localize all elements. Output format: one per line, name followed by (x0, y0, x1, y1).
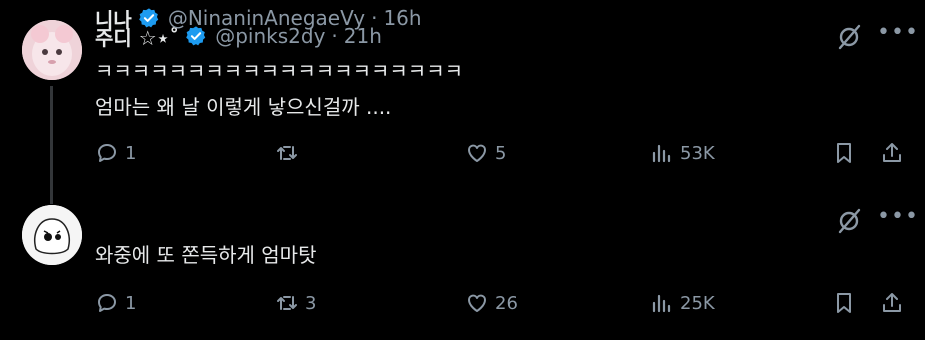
retweet-icon (277, 146, 297, 160)
verified-badge-icon (139, 8, 159, 28)
action-bar: 1 5 53K (95, 136, 910, 170)
more-icon[interactable]: ••• (877, 20, 919, 45)
bookmark-icon (837, 293, 851, 313)
tweet-text-line: ㅋㅋㅋㅋㅋㅋㅋㅋㅋㅋㅋㅋㅋㅋㅋㅋㅋㅋㅋㅋ (95, 59, 463, 83)
avatar[interactable] (22, 20, 82, 80)
grok-icon[interactable] (836, 24, 862, 50)
share-icon (883, 143, 901, 162)
retweet-icon (277, 296, 297, 310)
like-count: 5 (495, 142, 507, 164)
separator-dot: · (371, 6, 378, 30)
heart-icon (468, 144, 486, 162)
retweet-button[interactable] (275, 136, 305, 170)
like-button[interactable]: 26 (465, 286, 518, 320)
views-count: 53K (680, 142, 715, 164)
tweet-2-header: 니나 @NinaninAnegaeVy · 16h (95, 0, 422, 36)
retweet-count: 3 (305, 292, 317, 314)
avatar-image (22, 205, 82, 265)
views-count: 25K (680, 292, 715, 314)
bookmark-button[interactable] (832, 286, 856, 320)
avatar-image (22, 20, 82, 80)
reply-button[interactable]: 1 (95, 136, 136, 170)
views-icon (652, 294, 671, 313)
views-icon (652, 144, 671, 163)
handle[interactable]: @NinaninAnegaeVy (168, 6, 365, 30)
views-button[interactable]: 53K (650, 136, 715, 170)
bookmark-button[interactable] (832, 136, 856, 170)
heart-icon (468, 294, 486, 312)
like-button[interactable]: 5 (465, 136, 506, 170)
share-icon (883, 293, 901, 312)
more-icon[interactable]: ••• (877, 204, 919, 229)
share-button[interactable] (880, 286, 904, 320)
reply-button[interactable]: 1 (95, 286, 136, 320)
avatar[interactable] (22, 205, 82, 265)
reply-icon (98, 294, 116, 312)
reply-count: 1 (125, 142, 137, 164)
reply-count: 1 (125, 292, 137, 314)
display-name[interactable]: 니나 (95, 4, 132, 33)
reply-icon (98, 144, 116, 162)
like-count: 26 (495, 292, 518, 314)
bookmark-icon (837, 143, 851, 163)
timestamp[interactable]: 16h (383, 6, 421, 30)
tweet-text-line: 와중에 또 쫀득하게 엄마탓 (95, 243, 317, 267)
views-button[interactable]: 25K (650, 286, 715, 320)
share-button[interactable] (880, 136, 904, 170)
thread-line (50, 86, 53, 204)
retweet-button[interactable]: 3 (275, 286, 316, 320)
tweet-text-line: 엄마는 왜 날 이렇게 낳으신걸까 .... (95, 95, 392, 119)
action-bar: 1 3 26 25K (95, 286, 910, 320)
grok-icon[interactable] (836, 208, 862, 234)
